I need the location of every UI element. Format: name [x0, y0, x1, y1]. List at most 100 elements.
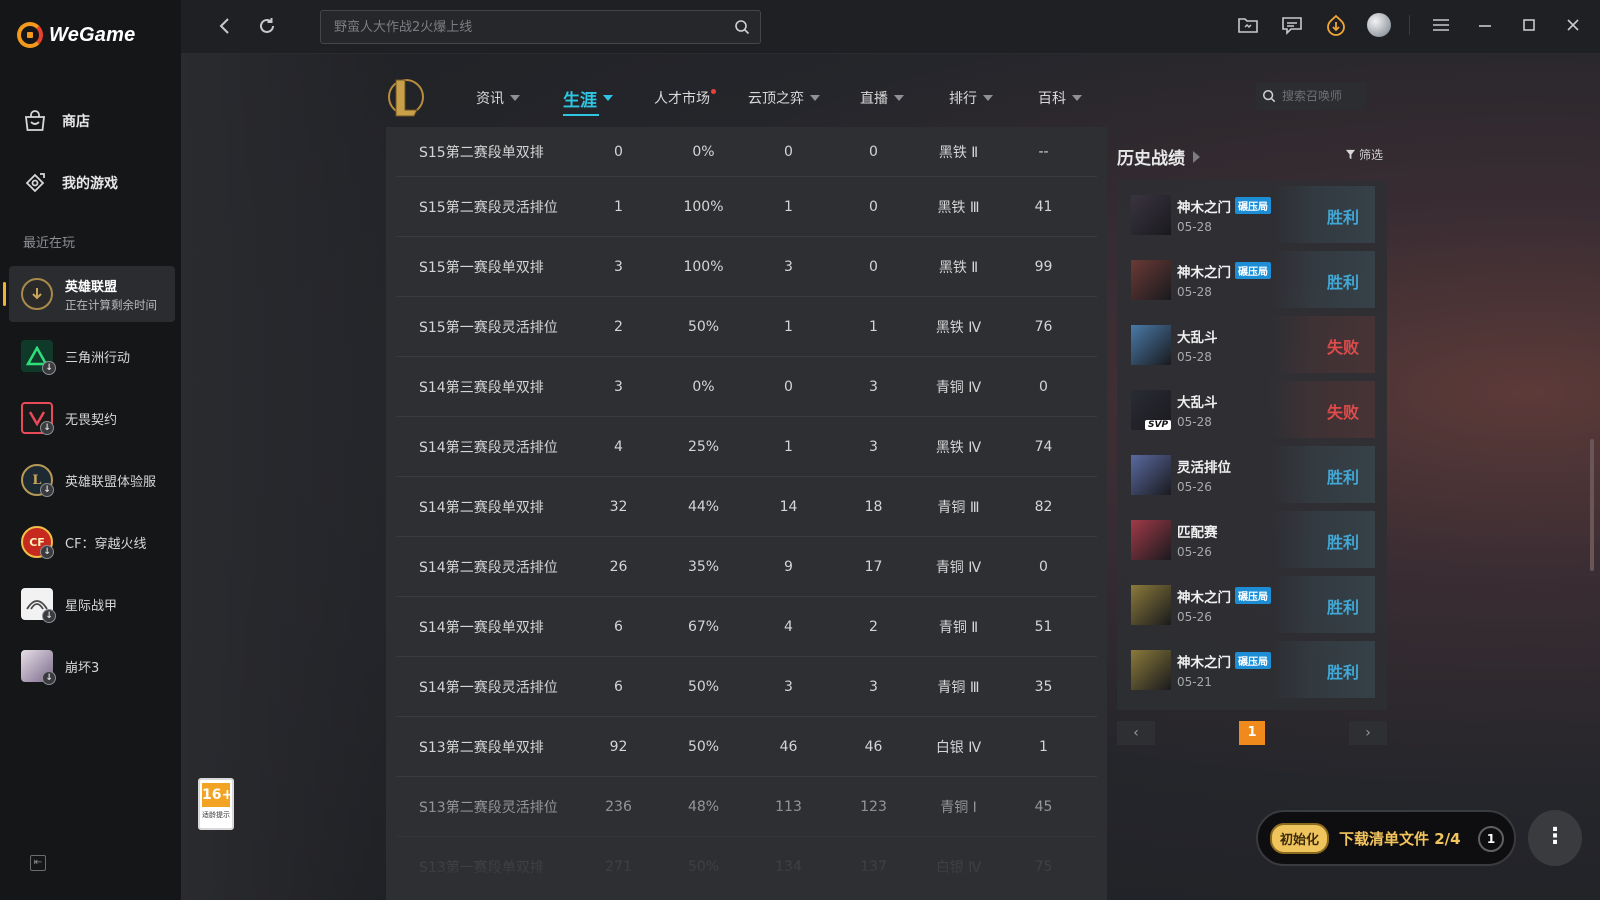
match-history-item[interactable]: 神木之门 碾压局 05-28 胜利: [1129, 251, 1375, 308]
age-rating-badge: 16+ 适龄提示: [198, 778, 234, 830]
match-history-item[interactable]: 匹配赛 05-26 胜利: [1129, 511, 1375, 568]
table-cell: 9: [784, 558, 793, 575]
download-badge-icon: ↓: [40, 483, 54, 497]
download-progress-pill[interactable]: 初始化 下载清单文件 2/4 1: [1256, 810, 1516, 866]
more-options-icon[interactable]: ⋮: [1528, 810, 1582, 866]
table-cell: 3: [614, 378, 623, 395]
nav-my-games[interactable]: 我的游戏: [22, 170, 118, 196]
tab-tft[interactable]: 云顶之弈: [748, 86, 860, 110]
ranked-season-table: S15第二赛段单双排 0 0% 0 0 黑铁 Ⅱ -- S15第二赛段灵活排位 1 100% 1 0 黑…: [386, 127, 1107, 900]
tab-ranking[interactable]: 排行: [949, 86, 1038, 110]
match-history-item[interactable]: 灵活排位 05-26 胜利: [1129, 446, 1375, 503]
table-cell: 6: [614, 678, 623, 695]
sidebar-game-lol-pbe[interactable]: L ↓ 英雄联盟体验服: [9, 452, 175, 508]
table-cell: S13第二赛段单双排: [419, 739, 544, 756]
prev-page-icon[interactable]: ‹: [1117, 721, 1155, 745]
summoner-search-input[interactable]: [1282, 89, 1366, 103]
tab-wiki[interactable]: 百科: [1038, 86, 1098, 110]
table-cell: 3: [784, 258, 793, 275]
table-cell: 51: [1034, 618, 1053, 635]
game-name: 崩坏3: [65, 660, 100, 676]
tab-news[interactable]: 资讯: [476, 86, 563, 110]
message-icon[interactable]: [1279, 12, 1305, 38]
maximize-icon[interactable]: [1516, 12, 1542, 38]
match-history-item[interactable]: 大乱斗 05-28 失败: [1129, 316, 1375, 373]
collapse-sidebar-icon[interactable]: ⇤: [30, 855, 46, 871]
download-status-badge: 初始化: [1270, 822, 1330, 854]
table-row: S15第二赛段单双排 0 0% 0 0 黑铁 Ⅱ --: [396, 127, 1097, 177]
champion-avatar: [1131, 649, 1171, 690]
table-cell: 45: [1034, 798, 1053, 815]
minimize-icon[interactable]: [1472, 12, 1498, 38]
tab-career[interactable]: 生涯: [563, 86, 654, 116]
match-result: 胜利: [1326, 663, 1359, 682]
champion-avatar: [1131, 584, 1171, 625]
download-status-text: 下载清单文件 2/4: [1339, 829, 1461, 848]
nav-store-label: 商店: [62, 114, 90, 130]
tab-label: 人才市场: [654, 88, 716, 108]
filter-button[interactable]: 筛选: [1345, 146, 1383, 163]
match-mode: 神木之门 碾压局: [1177, 586, 1271, 606]
match-info: 神木之门 碾压局 05-21: [1177, 651, 1271, 689]
table-cell: 0: [1039, 558, 1048, 575]
table-cell: 41: [1034, 198, 1053, 215]
sidebar-game-delta-force[interactable]: ↓ 三角洲行动: [9, 328, 175, 384]
sidebar-game-valorant[interactable]: ↓ 无畏契约: [9, 390, 175, 446]
match-history-title[interactable]: 历史战绩: [1117, 144, 1200, 169]
table-cell: 99: [1034, 258, 1053, 275]
table-cell: 25%: [687, 438, 720, 455]
back-arrow-icon[interactable]: [213, 14, 237, 38]
honkai3-icon: ↓: [21, 650, 56, 685]
match-result: 胜利: [1326, 468, 1359, 487]
user-avatar[interactable]: [1367, 13, 1391, 37]
chevron-down-icon: [603, 95, 613, 101]
table-cell: 3: [869, 378, 878, 395]
table-cell: 3: [869, 438, 878, 455]
main-content: 资讯 生涯 人才市场 云顶之弈 直播 排行 百科 S15第二赛段单双排 0 0% 0 0…: [181, 54, 1600, 900]
sidebar-game-warframe[interactable]: ↓ 星际战甲: [9, 576, 175, 632]
sidebar-game-crossfire[interactable]: CF ↓ CF：穿越火线: [9, 514, 175, 570]
tab-talent-market[interactable]: 人才市场: [654, 86, 748, 110]
match-info: 大乱斗 05-28: [1177, 326, 1218, 364]
match-date: 05-28: [1177, 219, 1212, 234]
tab-live[interactable]: 直播: [860, 86, 949, 110]
wegame-logo[interactable]: WeGame: [17, 22, 135, 48]
search-icon[interactable]: [734, 19, 750, 35]
sidebar-game-honkai3[interactable]: ↓ 崩坏3: [9, 638, 175, 694]
summoner-search[interactable]: [1256, 82, 1366, 110]
global-search[interactable]: [320, 10, 761, 44]
tab-label: 排行: [949, 91, 977, 107]
app-name: WeGame: [49, 23, 136, 46]
game-name: 三角洲行动: [65, 350, 131, 366]
match-history-item[interactable]: SVP 大乱斗 05-28 失败: [1129, 381, 1375, 438]
table-cell: 1: [784, 438, 793, 455]
games-icon: [25, 173, 45, 193]
match-mode: 灵活排位: [1177, 456, 1231, 476]
table-cell: 236: [605, 798, 632, 815]
close-icon[interactable]: [1560, 12, 1586, 38]
sidebar-game-lol[interactable]: 英雄联盟 正在计算剩余时间: [3, 266, 175, 322]
age-rating-number: 16+: [202, 783, 233, 807]
match-history-item[interactable]: 神木之门 碾压局 05-26 胜利: [1129, 576, 1375, 633]
global-search-input[interactable]: [321, 11, 760, 43]
menu-icon[interactable]: [1428, 12, 1454, 38]
table-cell: 26: [609, 558, 628, 575]
lol-logo-icon[interactable]: [386, 74, 424, 120]
match-history-item[interactable]: 神木之门 碾压局 05-28 胜利: [1129, 186, 1375, 243]
download-badge-icon: ↓: [42, 609, 56, 623]
match-history-item[interactable]: 神木之门 碾压局 05-21 胜利: [1129, 641, 1375, 698]
table-cell: 0: [614, 143, 623, 160]
refresh-icon[interactable]: [255, 14, 279, 38]
wegame-logo-icon: [17, 22, 43, 48]
next-page-icon[interactable]: ›: [1349, 721, 1387, 745]
page-number[interactable]: 1: [1239, 721, 1265, 745]
stomp-tag: 碾压局: [1235, 652, 1271, 669]
match-info: 灵活排位 05-26: [1177, 456, 1231, 494]
nav-store[interactable]: 商店: [22, 108, 90, 134]
download-manager-icon[interactable]: [1323, 12, 1349, 38]
table-cell: 271: [605, 858, 632, 875]
scrollbar[interactable]: [1590, 439, 1594, 571]
folder-game-icon[interactable]: [1235, 12, 1261, 38]
age-rating-label: 适龄提示: [202, 811, 230, 819]
game-name: 星际战甲: [65, 598, 118, 614]
